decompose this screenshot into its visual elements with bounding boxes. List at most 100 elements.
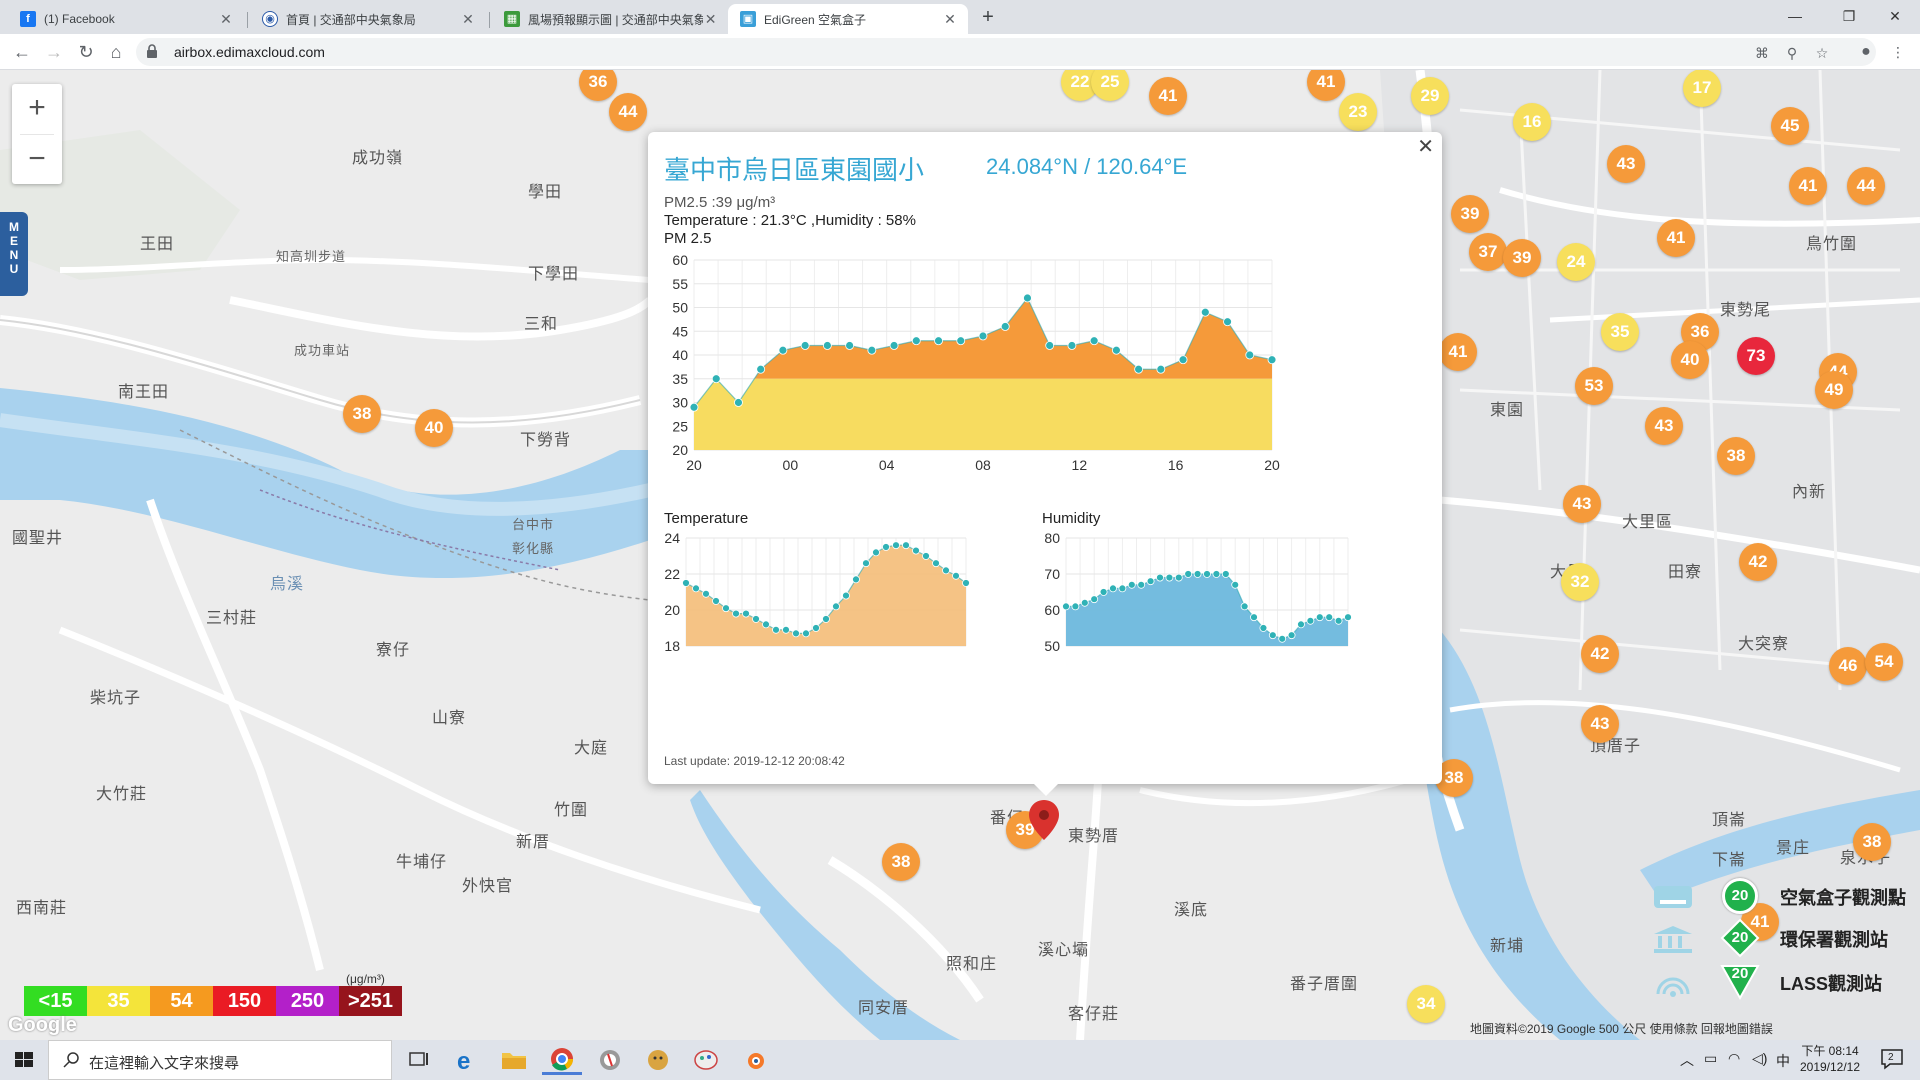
air-quality-marker[interactable]: 73 (1737, 337, 1775, 375)
x-tick-label: 20 (686, 457, 702, 473)
air-quality-marker[interactable]: 38 (882, 843, 920, 881)
app-icon-compass[interactable] (588, 1044, 632, 1076)
air-quality-marker[interactable]: 29 (1411, 77, 1449, 115)
data-point (832, 602, 840, 611)
wind-map-icon: ▦ (504, 11, 520, 27)
data-point (822, 341, 832, 350)
restore-button[interactable]: ❐ (1826, 4, 1872, 28)
air-quality-marker[interactable]: 40 (415, 409, 453, 447)
system-clock[interactable]: 下午 08:14 2019/12/12 (1790, 1043, 1870, 1075)
close-window-button[interactable]: ✕ (1872, 4, 1918, 28)
air-quality-marker[interactable]: 39 (1451, 195, 1489, 233)
data-point (1045, 341, 1055, 350)
air-quality-marker[interactable]: 32 (1561, 563, 1599, 601)
tab-separator (489, 12, 490, 28)
browser-tab-active[interactable]: ▣ EdiGreen 空氣盒子 ✕ (728, 4, 968, 34)
y-tick-label: 45 (672, 323, 688, 339)
notification-center-icon[interactable]: 2 (1880, 1048, 1906, 1070)
data-point (1165, 573, 1174, 582)
home-icon[interactable]: ⌂ (104, 40, 128, 64)
data-point (752, 615, 760, 623)
air-quality-marker[interactable]: 16 (1513, 103, 1551, 141)
windows-start-icon[interactable] (0, 1040, 48, 1080)
air-quality-marker[interactable]: 41 (1657, 219, 1695, 257)
tab-close-icon[interactable]: ✕ (218, 11, 234, 28)
translate-icon[interactable]: ⌘ (1752, 43, 1772, 63)
tray-expand-icon[interactable]: ︿ (1680, 1050, 1694, 1080)
air-quality-marker[interactable]: 53 (1575, 367, 1613, 405)
address-bar[interactable]: airbox.edimaxcloud.com ⌘ ⚲ ☆ (136, 38, 1876, 66)
bookmark-star-icon[interactable]: ☆ (1812, 43, 1832, 63)
data-point (1178, 355, 1188, 365)
app-icon-character[interactable] (636, 1044, 680, 1076)
air-quality-marker[interactable]: 46 (1829, 647, 1867, 685)
popup-close-button[interactable]: ✕ (1417, 134, 1434, 159)
volume-icon[interactable]: ◁) (1752, 1050, 1767, 1080)
air-quality-marker[interactable]: 17 (1683, 70, 1721, 107)
air-quality-marker[interactable]: 37 (1469, 233, 1507, 271)
edge-browser-icon[interactable]: e (444, 1044, 488, 1076)
air-quality-marker[interactable]: 45 (1771, 107, 1809, 145)
air-quality-marker[interactable]: 23 (1339, 93, 1377, 131)
selected-station-pin-icon[interactable] (1028, 800, 1060, 844)
air-quality-marker[interactable]: 38 (1853, 823, 1891, 861)
data-point (1315, 613, 1324, 622)
zoom-icon[interactable]: ⚲ (1782, 43, 1802, 63)
data-point (1109, 584, 1117, 593)
menu-dots-icon[interactable]: ⋮ (1888, 42, 1908, 62)
minimize-button[interactable]: — (1772, 4, 1818, 28)
chrome-icon[interactable] (540, 1044, 584, 1076)
zoom-in-button[interactable]: + (12, 84, 62, 134)
air-quality-marker[interactable]: 40 (1671, 341, 1709, 379)
air-quality-marker[interactable]: 35 (1601, 313, 1639, 351)
map-view[interactable]: 成功嶺 學田 王田 知高圳步道 下學田 三和 成功車站 南王田 下勞背 國聖井 台中市 彰化縣 烏溪 三村… (0, 70, 1920, 1040)
map-place-label: 成功車站 (294, 343, 351, 358)
air-quality-marker[interactable]: 43 (1645, 407, 1683, 445)
map-place-label: 南王田 (118, 384, 170, 401)
back-arrow-icon[interactable]: ← (10, 40, 34, 64)
ime-indicator[interactable]: 中 (1776, 1051, 1790, 1080)
tab-close-icon[interactable]: ✕ (460, 11, 476, 28)
data-point (1023, 293, 1032, 303)
app-icon-blender[interactable] (732, 1044, 776, 1076)
air-quality-marker[interactable]: 43 (1607, 145, 1645, 183)
air-quality-marker[interactable]: 43 (1563, 485, 1601, 523)
reload-icon[interactable]: ↻ (74, 40, 98, 64)
app-icon-paint[interactable] (684, 1044, 728, 1076)
air-quality-marker[interactable]: 24 (1557, 243, 1595, 281)
wifi-icon[interactable]: ◠ (1728, 1050, 1740, 1080)
file-explorer-icon[interactable] (492, 1044, 536, 1076)
forward-arrow-icon[interactable]: → (42, 40, 66, 64)
zoom-out-button[interactable]: − (12, 135, 62, 185)
battery-icon[interactable]: ▭ (1704, 1050, 1717, 1080)
air-quality-marker[interactable]: 49 (1815, 371, 1853, 409)
air-quality-marker[interactable]: 43 (1581, 705, 1619, 743)
air-quality-marker[interactable]: 44 (1847, 167, 1885, 205)
area-below-threshold (694, 378, 1272, 450)
browser-tab[interactable]: f (1) Facebook ✕ (8, 4, 244, 34)
tab-close-icon[interactable]: ✕ (942, 11, 958, 28)
air-quality-marker[interactable]: 41 (1149, 77, 1187, 115)
browser-tab[interactable]: ◉ 首頁 | 交通部中央氣象局 ✕ (250, 4, 486, 34)
air-quality-marker[interactable]: 42 (1739, 543, 1777, 581)
profile-icon[interactable]: ● (1856, 42, 1876, 62)
browser-tab[interactable]: ▦ 風場預報顯示圖 | 交通部中央氣象局 ✕ (492, 4, 728, 34)
air-quality-marker[interactable]: 41 (1439, 333, 1477, 371)
key-row-airbox: 20 空氣盒子觀測點 (1650, 876, 1920, 916)
menu-tab-button[interactable]: MENU (0, 212, 28, 296)
data-point (1268, 631, 1277, 640)
taskbar-search-box[interactable]: 在這裡輸入文字來搜尋 (48, 1040, 392, 1080)
air-quality-marker[interactable]: 34 (1407, 985, 1445, 1023)
air-quality-marker[interactable]: 41 (1789, 167, 1827, 205)
air-quality-marker[interactable]: 44 (609, 93, 647, 131)
air-quality-marker[interactable]: 42 (1581, 635, 1619, 673)
task-view-icon[interactable] (396, 1044, 440, 1076)
tab-close-icon[interactable]: ✕ (703, 11, 718, 28)
new-tab-button[interactable]: + (976, 6, 1000, 30)
air-quality-marker[interactable]: 39 (1503, 239, 1541, 277)
air-quality-marker[interactable]: 54 (1865, 643, 1903, 681)
map-place-label: 下學田 (528, 266, 580, 283)
air-quality-marker[interactable]: 38 (343, 395, 381, 433)
data-point (1118, 584, 1127, 593)
air-quality-marker[interactable]: 38 (1717, 437, 1755, 475)
